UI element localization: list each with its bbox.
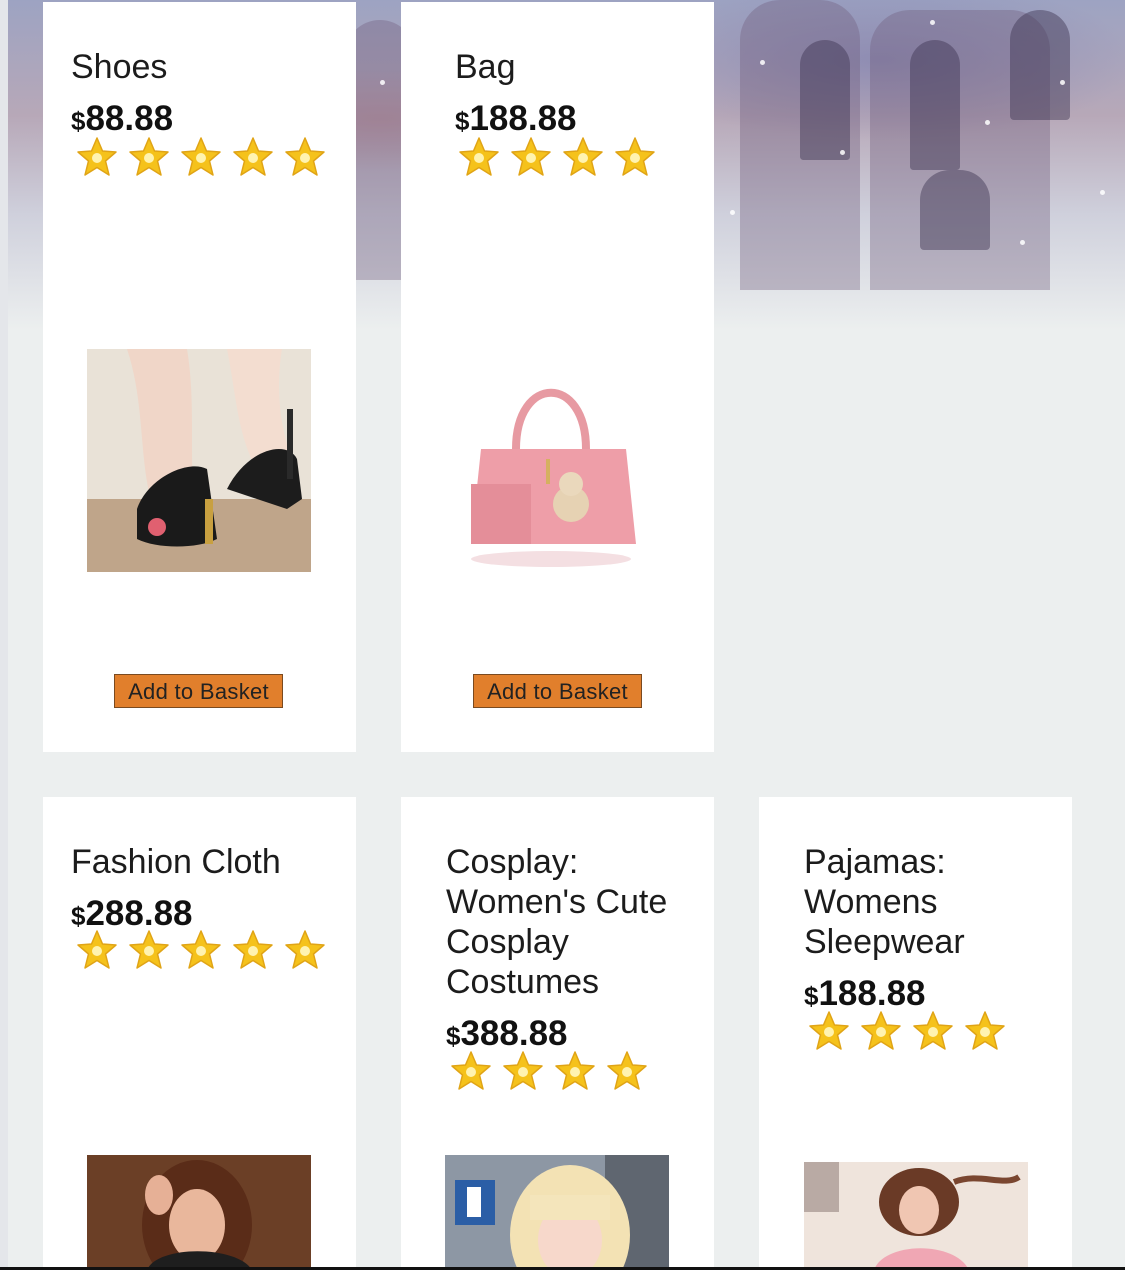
product-photo-cosplay <box>445 1155 669 1270</box>
star-icon <box>285 137 325 176</box>
star-icon <box>511 137 551 176</box>
product-card-cosplay: Cosplay: Women's Cute Cosplay Costumes $… <box>401 797 714 1270</box>
star-icon <box>77 137 117 176</box>
star-icon <box>181 930 221 969</box>
product-photo-fashion-cloth <box>87 1155 311 1270</box>
star-icon <box>555 1051 595 1090</box>
product-title: Shoes <box>71 48 168 86</box>
rating-stars <box>449 1049 649 1093</box>
product-photo-bag <box>461 354 641 574</box>
star-icon <box>615 137 655 176</box>
product-photo-shoes <box>87 349 311 572</box>
product-photo-pajamas <box>804 1162 1028 1270</box>
star-icon <box>607 1051 647 1090</box>
product-title: Fashion Cloth <box>71 843 281 881</box>
star-icon <box>861 1011 901 1050</box>
rating-stars <box>457 135 657 179</box>
star-icon <box>233 137 273 176</box>
star-icon <box>503 1051 543 1090</box>
product-card-bag: Bag $188.88 Add to Basket <box>401 2 714 752</box>
star-icon <box>965 1011 1005 1050</box>
product-card-fashion-cloth: Fashion Cloth $288.88 <box>43 797 356 1270</box>
star-icon <box>809 1011 849 1050</box>
star-icon <box>129 930 169 969</box>
product-card-pajamas: Pajamas: Womens Sleepwear $188.88 <box>759 797 1072 1270</box>
star-icon <box>129 137 169 176</box>
star-icon <box>563 137 603 176</box>
product-title: Bag <box>455 48 516 86</box>
star-icon <box>285 930 325 969</box>
product-card-shoes: Shoes $88.88 Add to Basket <box>43 2 356 752</box>
star-icon <box>181 137 221 176</box>
star-icon <box>77 930 117 969</box>
rating-stars <box>75 135 327 179</box>
product-title: Pajamas: Womens Sleepwear <box>804 843 965 961</box>
star-icon <box>913 1011 953 1050</box>
star-icon <box>233 930 273 969</box>
left-edge <box>0 0 8 1270</box>
star-icon <box>451 1051 491 1090</box>
rating-stars <box>75 928 327 972</box>
star-icon <box>459 137 499 176</box>
add-to-basket-button[interactable]: Add to Basket <box>473 674 642 708</box>
rating-stars <box>807 1009 1007 1053</box>
product-title: Cosplay: Women's Cute Cosplay Costumes <box>446 843 668 1001</box>
add-to-basket-button[interactable]: Add to Basket <box>114 674 283 708</box>
